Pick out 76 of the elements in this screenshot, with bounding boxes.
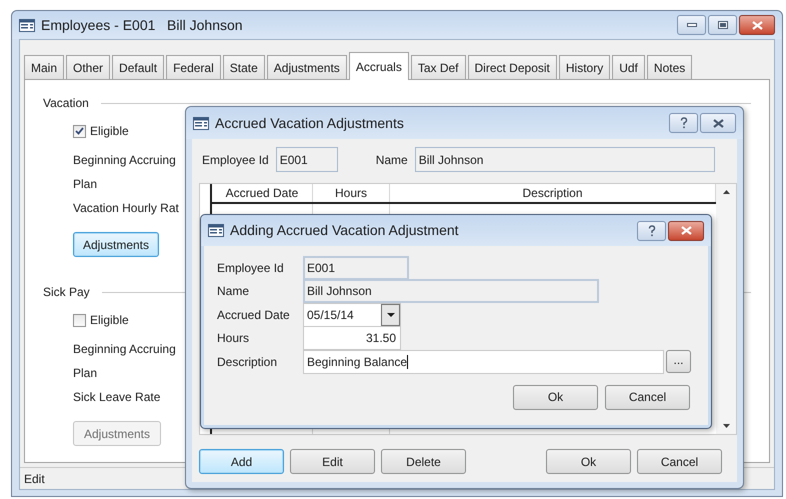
section-title: Sick Pay <box>43 284 90 301</box>
status-text: Edit <box>24 470 45 488</box>
section-title: Vacation <box>43 95 89 112</box>
checkbox-label: Eligible <box>90 312 129 329</box>
tab[interactable]: Accruals <box>348 52 409 80</box>
field-label: Sick Leave Rate <box>73 389 160 405</box>
column-header[interactable]: Accrued Date <box>212 184 313 202</box>
name-field[interactable]: Bill Johnson <box>303 279 599 304</box>
minimize-button[interactable] <box>677 15 706 35</box>
field-label: Description <box>217 354 278 371</box>
field-label: Vacation Hourly Rat <box>73 200 179 216</box>
dropdown-button[interactable] <box>381 304 400 326</box>
date-field[interactable]: 05/15/14 <box>303 302 401 327</box>
tab[interactable]: Adjustments <box>266 55 347 79</box>
tab[interactable]: Tax Def <box>410 55 466 79</box>
help-button[interactable] <box>637 220 666 240</box>
tab[interactable]: Main <box>24 55 64 79</box>
field-label: Accrued Date <box>217 306 291 324</box>
close-icon <box>752 20 762 30</box>
caret-icon <box>386 312 394 317</box>
edit-button[interactable]: Edit <box>290 449 375 474</box>
close-button[interactable] <box>668 220 704 240</box>
checkbox[interactable] <box>73 314 86 326</box>
close-button[interactable] <box>739 15 775 35</box>
cancel-button[interactable]: Cancel <box>605 384 690 410</box>
field-label: Employee Id <box>202 152 269 168</box>
help-icon <box>680 117 688 129</box>
scrollbar[interactable] <box>716 184 736 434</box>
checkbox-label: Eligible <box>90 123 129 140</box>
tab[interactable]: Federal <box>166 55 221 79</box>
hours-field[interactable]: 31.50 <box>303 326 401 350</box>
adjustments-button[interactable]: Adjustments <box>73 232 159 257</box>
scroll-down-icon <box>722 424 730 428</box>
employee-id-field[interactable]: E001 <box>303 256 409 280</box>
description-field[interactable]: Beginning Balance <box>303 350 664 374</box>
checkmark-icon <box>75 127 84 135</box>
checkbox[interactable] <box>73 124 86 138</box>
field-label: Beginning Accruing <box>73 152 176 168</box>
field-label: Name <box>217 283 250 300</box>
tab[interactable]: Direct Deposit <box>468 55 557 79</box>
name-field[interactable]: Bill Johnson <box>414 147 715 172</box>
ok-button[interactable]: Ok <box>513 384 598 410</box>
field-label: Employee Id <box>217 260 285 277</box>
delete-button[interactable]: Delete <box>381 449 466 474</box>
window-icon <box>193 116 209 130</box>
minimize-icon <box>686 23 696 27</box>
tab[interactable]: Notes <box>646 55 692 79</box>
tab[interactable]: Udf <box>612 55 645 79</box>
maximize-icon <box>718 21 728 29</box>
window-title: Adding Accrued Vacation Adjustment <box>230 221 460 240</box>
tab[interactable]: State <box>222 55 265 79</box>
tab[interactable]: Other <box>66 55 110 79</box>
window-title: Employees - E001 Bill Johnson <box>41 16 244 35</box>
close-button[interactable] <box>700 113 736 133</box>
browse-button[interactable]: ... <box>666 350 691 374</box>
close-icon <box>712 118 724 128</box>
window-title: Accrued Vacation Adjustments <box>215 114 405 133</box>
field-label: Hours <box>217 330 250 348</box>
tab[interactable]: History <box>558 55 610 79</box>
tab[interactable]: Default <box>112 55 164 79</box>
column-header[interactable]: Hours <box>313 184 390 202</box>
ok-button[interactable]: Ok <box>546 449 631 474</box>
field-label: Name <box>376 152 408 168</box>
window-icon <box>19 18 35 32</box>
maximize-button[interactable] <box>708 15 737 35</box>
help-button[interactable] <box>669 113 698 133</box>
employee-id-field[interactable]: E001 <box>276 147 338 172</box>
window-icon <box>208 224 224 237</box>
field-label: Plan <box>73 365 98 381</box>
add-button[interactable]: Add <box>199 449 284 474</box>
help-icon <box>648 224 656 236</box>
cancel-button[interactable]: Cancel <box>637 449 722 474</box>
field-label: Plan <box>73 176 98 192</box>
field-label: Beginning Accruing <box>73 341 176 357</box>
close-icon <box>680 226 692 235</box>
scroll-up-icon <box>722 190 730 194</box>
